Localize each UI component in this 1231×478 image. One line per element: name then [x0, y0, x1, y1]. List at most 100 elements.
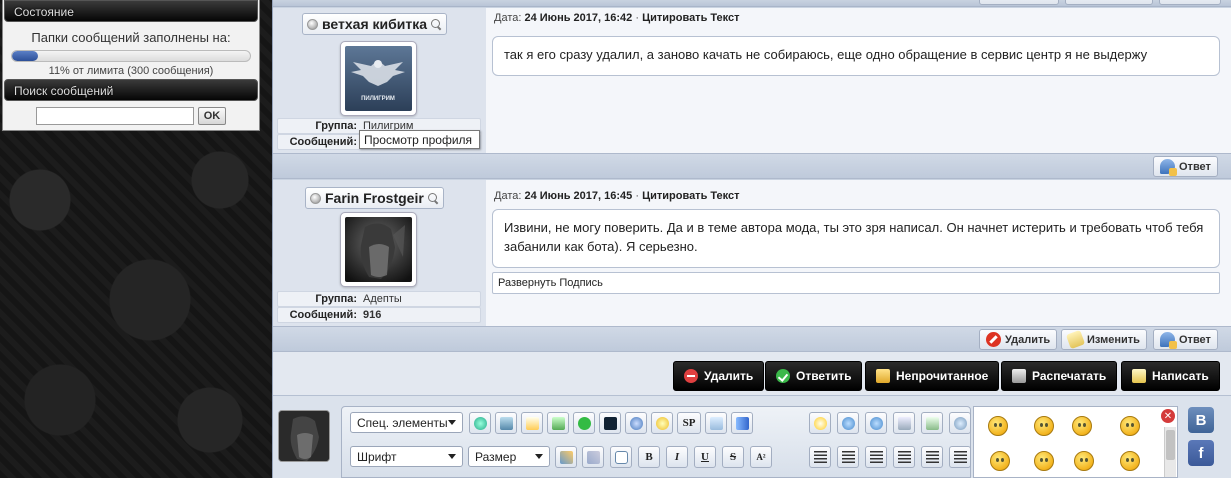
undo-icon	[869, 416, 883, 430]
top-strip	[273, 0, 1231, 7]
smiley-button[interactable]	[809, 412, 831, 434]
help-button[interactable]	[949, 412, 971, 434]
warning-icon	[655, 416, 669, 430]
warning-button[interactable]	[651, 412, 673, 434]
align-center-icon	[841, 450, 855, 464]
globe-icon	[473, 416, 487, 430]
superscript-button[interactable]: A²	[750, 446, 772, 468]
strike-button[interactable]: S	[722, 446, 744, 468]
smiley-icon[interactable]	[1074, 451, 1094, 471]
download-button[interactable]	[893, 412, 915, 434]
insert-media-button[interactable]	[547, 412, 569, 434]
insert-link-button[interactable]	[469, 412, 491, 434]
ordered-list-button[interactable]	[921, 446, 943, 468]
facebook-share-button[interactable]: f	[1188, 440, 1214, 466]
reply-button[interactable]: Ответ	[1153, 156, 1218, 177]
date-label: Дата:	[494, 190, 522, 202]
comment-button[interactable]	[610, 446, 632, 468]
underline-button[interactable]: U	[694, 446, 716, 468]
insert-image-button[interactable]	[495, 412, 517, 434]
font-select[interactable]: Шрифт	[350, 446, 463, 467]
help-icon	[953, 416, 967, 430]
refresh-button[interactable]	[837, 412, 859, 434]
messages-label: Сообщений:	[289, 309, 357, 321]
align-right-button[interactable]	[865, 446, 887, 468]
avatar[interactable]	[340, 212, 417, 287]
justify-icon	[897, 450, 911, 464]
color-button[interactable]	[555, 446, 577, 468]
smiley-icon[interactable]	[1072, 416, 1092, 436]
image-icon	[499, 416, 513, 430]
undo-button[interactable]	[865, 412, 887, 434]
smiley-icon[interactable]	[988, 416, 1008, 436]
arrow-button[interactable]	[731, 412, 753, 434]
messages-count: 916	[363, 309, 382, 321]
arrow-right-icon	[735, 416, 749, 430]
group-label: Группа:	[315, 120, 357, 132]
close-icon[interactable]: ✕	[1161, 409, 1175, 423]
highlight-button[interactable]	[582, 446, 604, 468]
align-left-icon	[813, 450, 827, 464]
justify-button[interactable]	[893, 446, 915, 468]
k-button[interactable]	[599, 412, 621, 434]
align-left-button[interactable]	[809, 446, 831, 468]
smiley-icon[interactable]	[1120, 451, 1140, 471]
delete-icon	[986, 332, 1001, 347]
delete-button[interactable]: Удалить	[979, 329, 1058, 350]
reply-topic-button[interactable]: Ответить	[765, 361, 863, 391]
align-right-icon	[869, 450, 883, 464]
vk-share-button[interactable]: B	[1188, 407, 1214, 433]
size-select[interactable]: Размер	[468, 446, 550, 467]
smiley-icon[interactable]	[1034, 416, 1054, 436]
smiley-scrollbar[interactable]	[1164, 427, 1176, 477]
special-elements-select[interactable]: Спец. элементы	[350, 412, 463, 433]
size-select-label: Размер	[475, 449, 517, 464]
new-message-icon	[1132, 369, 1146, 383]
spoiler-button[interactable]: SP	[677, 412, 701, 434]
quote-text-link[interactable]: Цитировать Текст	[642, 12, 739, 24]
upload-button[interactable]	[921, 412, 943, 434]
check-button[interactable]	[573, 412, 595, 434]
unordered-list-button[interactable]	[949, 446, 971, 468]
delete-topic-button[interactable]: Удалить	[673, 361, 765, 391]
author-name-button[interactable]: ветхая кибитка	[302, 13, 448, 35]
reply-button[interactable]: Ответ	[1153, 329, 1218, 350]
edit-note-button[interactable]	[521, 412, 543, 434]
smiley-icon[interactable]	[1120, 416, 1140, 436]
write-button[interactable]: Написать	[1121, 361, 1220, 391]
windows-button[interactable]	[705, 412, 727, 434]
top-cut-button[interactable]	[1159, 0, 1221, 5]
search-ok-button[interactable]: OK	[197, 107, 227, 125]
italic-button[interactable]: I	[666, 446, 688, 468]
edit-label: Изменить	[1087, 333, 1140, 346]
post-date: Дата: 24 Июнь 2017, 16:45 · Цитировать Т…	[494, 190, 740, 202]
online-status-icon	[307, 18, 318, 30]
author-name-button[interactable]: Farin Frostgeir	[305, 187, 444, 209]
current-user-avatar	[278, 410, 330, 462]
reply-label: Ответ	[1179, 160, 1211, 173]
info-button[interactable]	[625, 412, 647, 434]
speech-bubble-icon	[614, 450, 628, 464]
chevron-down-icon	[448, 454, 456, 459]
align-center-button[interactable]	[837, 446, 859, 468]
special-elements-label: Спец. элементы	[357, 415, 448, 430]
quote-text-link[interactable]: Цитировать Текст	[642, 190, 739, 202]
top-cut-button[interactable]	[979, 0, 1059, 5]
expand-signature-link[interactable]: Развернуть Подпись	[492, 272, 1220, 294]
top-cut-button[interactable]	[1065, 0, 1153, 5]
avatar[interactable]: ПИЛИГРИМ	[340, 41, 417, 116]
message-search-input[interactable]	[35, 107, 194, 125]
write-label: Написать	[1152, 369, 1209, 383]
scrollbar-thumb[interactable]	[1166, 430, 1175, 460]
delete-label: Удалить	[1005, 333, 1051, 346]
bold-button[interactable]: B	[638, 446, 660, 468]
print-button[interactable]: Распечатать	[1001, 361, 1118, 391]
search-icon[interactable]	[427, 192, 439, 204]
smiley-icon[interactable]	[990, 451, 1010, 471]
search-icon[interactable]	[431, 18, 442, 30]
author-name: ветхая кибитка	[322, 16, 428, 32]
unread-button[interactable]: Непрочитанное	[865, 361, 1000, 391]
smiley-icon[interactable]	[1034, 451, 1054, 471]
date-value: 24 Июнь 2017, 16:45	[524, 190, 633, 202]
edit-button[interactable]: Изменить	[1061, 329, 1147, 350]
